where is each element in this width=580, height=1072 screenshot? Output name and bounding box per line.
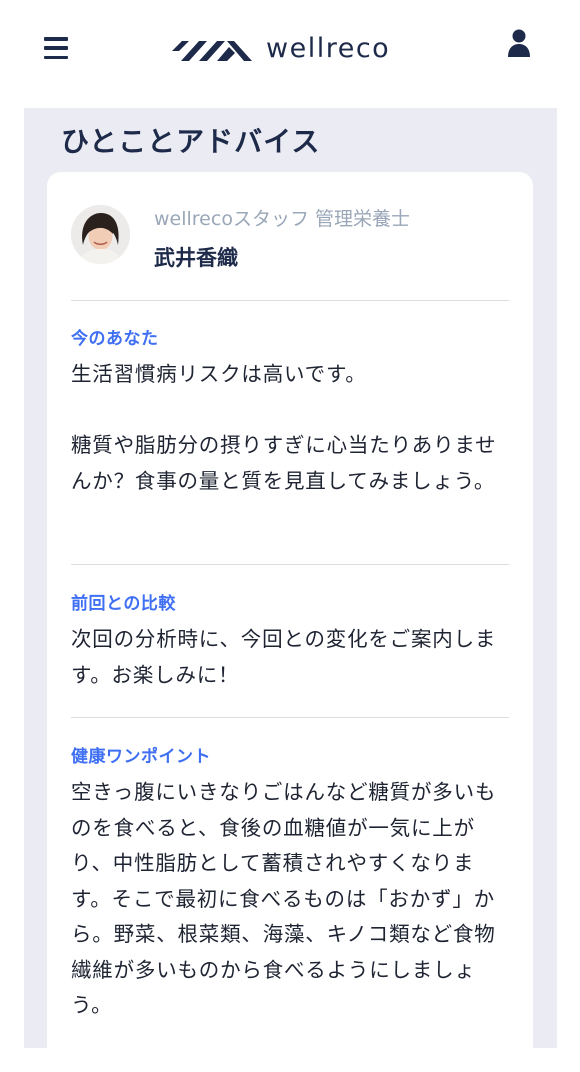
health-tip-label: 健康ワンポイント [71,747,211,767]
advice-section: ひとことアドバイス wellrecoスタッフ 管理栄養士 武井香織 今のあなた … [24,108,557,1072]
health-tip-text: 空きっ腹にいきなりごはんなど糖質が多いものを食べると、食後の血糖値が一気に上がり… [71,780,497,1017]
comparison-label: 前回との比較 [71,594,176,614]
comparison-block: 前回との比較 次回の分析時に、今回との変化をご案内します。お楽しみに！ [71,589,511,693]
logo-mark-icon [172,41,252,61]
logo-text: wellreco [266,32,391,64]
avatar [71,205,130,264]
health-tip-block: 健康ワンポイント 空きっ腹にいきなりごはんなど糖質が多いものを食べると、食後の血… [71,742,511,1024]
current-status-block: 今のあなた 生活習慣病リスクは高いです。 糖質や脂肪分の摂りすぎに心当たりありま… [71,324,511,499]
app-header: wellreco [0,0,580,96]
wellreco-logo[interactable]: wellreco [172,30,390,66]
hamburger-menu-icon[interactable] [44,37,68,59]
staff-profile: wellrecoスタッフ 管理栄養士 武井香織 [71,204,511,284]
advice-card: wellrecoスタッフ 管理栄養士 武井香織 今のあなた 生活習慣病リスクは高… [47,172,533,1072]
user-icon[interactable] [507,28,531,58]
comparison-text: 次回の分析時に、今回との変化をご案内します。お楽しみに！ [71,627,497,687]
section-title: ひとことアドバイス [61,125,321,158]
divider [71,300,509,301]
current-status-label: 今のあなた [71,329,159,349]
staff-name: 武井香織 [154,246,238,270]
staff-role: wellrecoスタッフ 管理栄養士 [154,208,410,230]
divider [71,717,509,718]
divider [71,564,509,565]
current-status-text: 生活習慣病リスクは高いです。 糖質や脂肪分の摂りすぎに心当たりありませんか？食事… [71,362,497,493]
